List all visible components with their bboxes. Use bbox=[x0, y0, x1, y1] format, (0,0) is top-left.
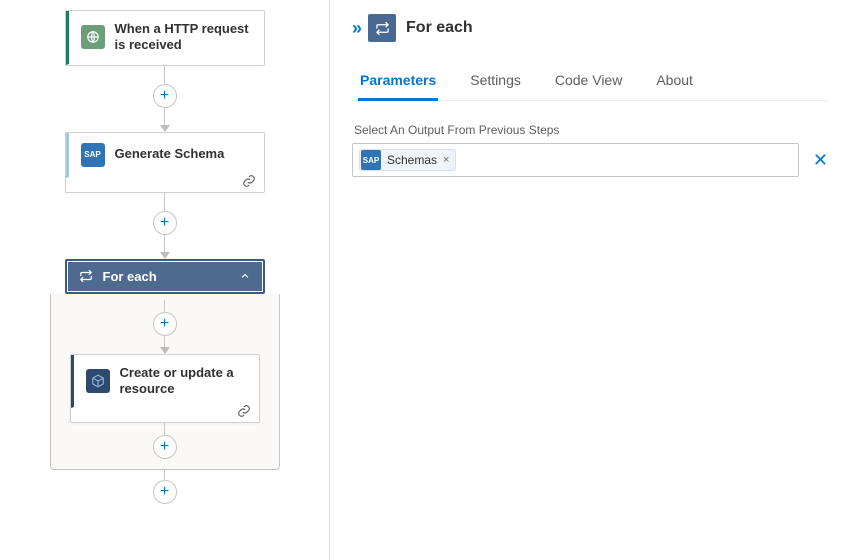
link-icon bbox=[242, 174, 256, 188]
http-request-icon bbox=[81, 25, 105, 49]
chevron-up-icon bbox=[239, 270, 251, 282]
dynamic-content-token[interactable]: SAP Schemas × bbox=[359, 149, 456, 171]
flow-canvas: When a HTTP request is received + SAP Ge… bbox=[0, 0, 330, 560]
sap-icon: SAP bbox=[361, 150, 381, 170]
connector-arrow-icon bbox=[160, 125, 170, 132]
loop-icon bbox=[79, 269, 93, 283]
connector bbox=[164, 235, 165, 253]
connector bbox=[164, 66, 165, 84]
sap-icon-text: SAP bbox=[363, 156, 379, 165]
flow-step-for-each[interactable]: For each bbox=[65, 259, 265, 294]
connector-arrow-icon bbox=[160, 347, 170, 354]
flow-step-http-trigger[interactable]: When a HTTP request is received bbox=[65, 10, 265, 66]
details-panel: » For each Parameters Settings Code View… bbox=[330, 0, 850, 560]
connector-arrow-icon bbox=[160, 252, 170, 259]
flow-column: When a HTTP request is received + SAP Ge… bbox=[55, 10, 275, 504]
add-step-button[interactable]: + bbox=[153, 480, 177, 504]
panel-tabs: Parameters Settings Code View About bbox=[352, 66, 828, 101]
token-label: Schemas bbox=[387, 153, 437, 167]
panel-header: » For each bbox=[352, 14, 828, 42]
loop-icon bbox=[368, 14, 396, 42]
step-title: Generate Schema bbox=[115, 146, 225, 162]
connector bbox=[164, 423, 165, 435]
cube-icon bbox=[86, 369, 110, 393]
tab-settings[interactable]: Settings bbox=[468, 66, 523, 101]
panel-title: For each bbox=[406, 19, 473, 37]
collapse-panel-button[interactable]: » bbox=[352, 19, 358, 37]
connector bbox=[164, 470, 165, 480]
connector bbox=[164, 300, 165, 312]
add-step-button[interactable]: + bbox=[153, 312, 177, 336]
step-title: Create or update a resource bbox=[120, 365, 247, 398]
step-title: For each bbox=[103, 269, 157, 284]
sap-icon: SAP bbox=[81, 143, 105, 167]
clear-field-button[interactable]: ✕ bbox=[813, 151, 828, 169]
add-step-button[interactable]: + bbox=[153, 435, 177, 459]
remove-token-button[interactable]: × bbox=[443, 154, 449, 166]
add-step-button[interactable]: + bbox=[153, 211, 177, 235]
connector bbox=[164, 193, 165, 211]
flow-step-create-resource[interactable]: Create or update a resource bbox=[70, 354, 260, 424]
tab-code-view[interactable]: Code View bbox=[553, 66, 624, 101]
link-icon bbox=[237, 404, 251, 418]
connector bbox=[164, 108, 165, 126]
flow-step-generate-schema[interactable]: SAP Generate Schema bbox=[65, 132, 265, 193]
add-step-button[interactable]: + bbox=[153, 84, 177, 108]
for-each-body: + Create or update a resource + bbox=[50, 294, 280, 471]
sap-icon-text: SAP bbox=[84, 150, 100, 159]
output-selector-label: Select An Output From Previous Steps bbox=[354, 123, 828, 137]
step-title: When a HTTP request is received bbox=[115, 21, 252, 54]
tab-about[interactable]: About bbox=[654, 66, 695, 101]
output-selector-input[interactable]: SAP Schemas × bbox=[352, 143, 799, 177]
tab-parameters[interactable]: Parameters bbox=[358, 66, 438, 101]
